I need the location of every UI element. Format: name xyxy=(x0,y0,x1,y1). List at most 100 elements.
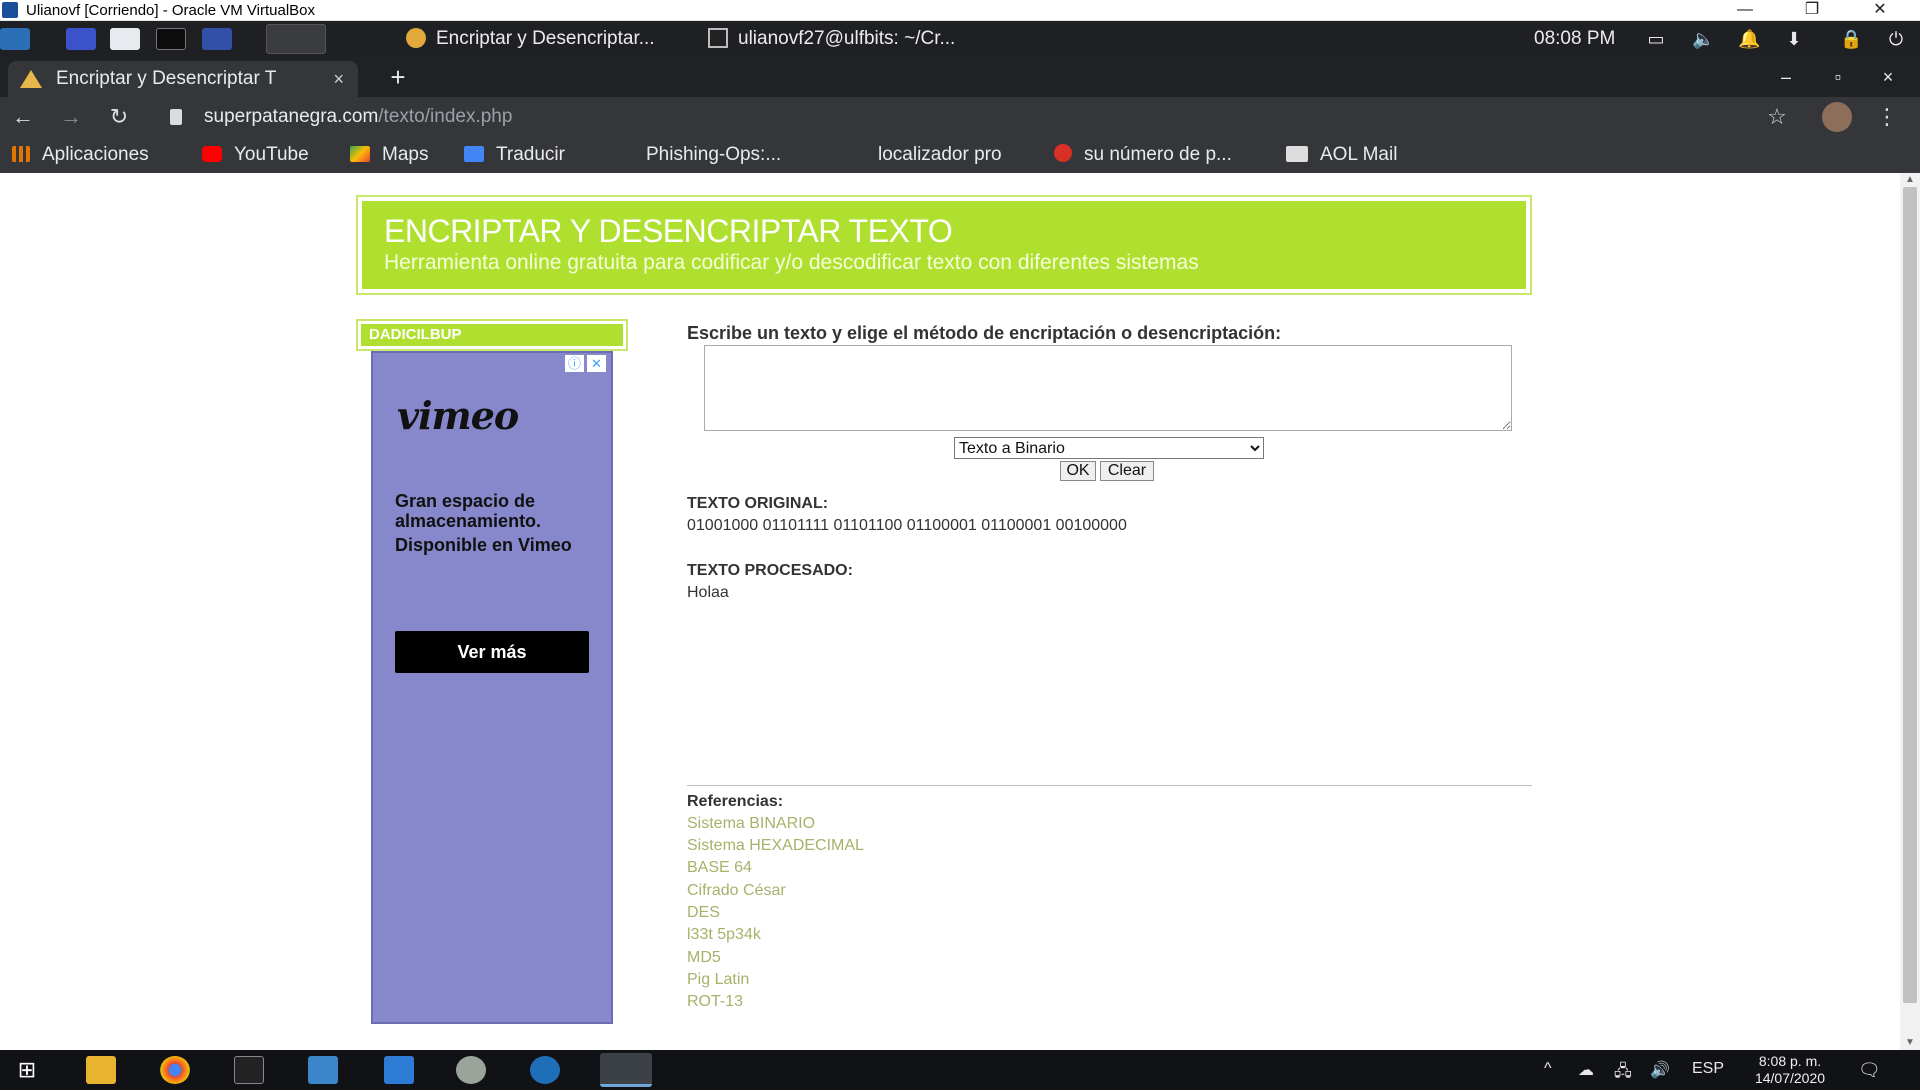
virtualbox-taskbar-icon[interactable] xyxy=(600,1053,652,1087)
browser-close-button[interactable]: × xyxy=(1870,62,1906,92)
restore-button[interactable]: ❐ xyxy=(1782,0,1842,21)
padlock-icon[interactable] xyxy=(170,109,182,125)
reference-link[interactable]: DES xyxy=(687,904,720,922)
power-icon[interactable]: ⏻ xyxy=(1886,29,1906,49)
reference-link[interactable]: Sistema BINARIO xyxy=(687,815,815,833)
terminal-icon[interactable] xyxy=(156,28,186,50)
scrollbar-thumb[interactable] xyxy=(1903,187,1917,1003)
bookmark-localizador-pro[interactable]: localizador pro xyxy=(878,142,1002,168)
screen-recorder-icon[interactable] xyxy=(202,28,232,50)
site-subtitle: Herramienta online gratuita para codific… xyxy=(384,251,1199,274)
browser-toolbar: ← → ↻ superpatanegra.com/texto/index.php… xyxy=(0,97,1920,137)
bookmark-star-icon[interactable]: ☆ xyxy=(1762,102,1792,132)
bell-icon[interactable]: 🔔 xyxy=(1738,29,1760,49)
browser-maximize-button[interactable]: ▫ xyxy=(1820,62,1856,92)
scroll-down-icon[interactable]: ▼ xyxy=(1900,1036,1920,1050)
reference-link[interactable]: l33t 5p34k xyxy=(687,926,761,944)
desktop-icon[interactable] xyxy=(66,28,96,50)
guest-top-panel: Encriptar y Desencriptar... ulianovf27@u… xyxy=(0,21,1920,57)
language-indicator[interactable]: ESP xyxy=(1692,1060,1724,1078)
forward-button[interactable]: → xyxy=(56,102,86,132)
minimize-button[interactable]: — xyxy=(1715,0,1775,21)
speaker-icon[interactable]: 🔊 xyxy=(1650,1060,1670,1080)
host-clock[interactable]: 8:08 p. m. 14/07/2020 xyxy=(1742,1053,1838,1087)
browser-menu-icon[interactable]: ⋮ xyxy=(1872,102,1902,132)
lock-icon[interactable]: 🔒 xyxy=(1840,29,1862,49)
clear-button[interactable]: Clear xyxy=(1100,461,1154,481)
red-circle-icon xyxy=(1054,144,1072,162)
site-header: ENCRIPTAR Y DESENCRIPTAR TEXTO Herramien… xyxy=(356,195,1532,295)
file-explorer-icon[interactable] xyxy=(86,1056,116,1084)
web-page: ENCRIPTAR Y DESENCRIPTAR TEXTO Herramien… xyxy=(0,173,1920,1050)
back-button[interactable]: ← xyxy=(8,102,38,132)
ad-close-icon[interactable]: ✕ xyxy=(587,355,606,372)
browser-minimize-button[interactable]: – xyxy=(1768,62,1804,92)
processed-text-value: Holaa xyxy=(687,584,729,601)
console-taskbar-icon[interactable] xyxy=(234,1056,264,1084)
tab-encriptar[interactable]: Encriptar y Desencriptar T × xyxy=(8,61,358,97)
site-favicon-icon xyxy=(20,70,42,88)
browser-tab-strip: Encriptar y Desencriptar T × + – ▫ × xyxy=(0,57,1920,97)
references-label: Referencias: xyxy=(687,793,784,810)
chrome-taskbar-icon[interactable] xyxy=(160,1056,190,1084)
taskbar-item-browser-label: Encriptar y Desencriptar... xyxy=(436,28,655,49)
sidebar-label: DADICILBUP xyxy=(361,324,623,346)
section-divider xyxy=(687,785,1532,786)
bookmark-phishing-ops[interactable]: Phishing-Ops:... xyxy=(646,142,781,168)
volume-icon[interactable]: 🔈 xyxy=(1692,29,1714,49)
bookmark-youtube[interactable]: YouTube xyxy=(202,142,309,168)
reload-button[interactable]: ↻ xyxy=(104,102,134,132)
bookmark-aol-mail[interactable]: AOL Mail xyxy=(1286,142,1397,168)
bookmark-su-numero[interactable]: su número de p... xyxy=(1054,142,1232,168)
new-tab-button[interactable]: + xyxy=(384,61,412,93)
vimeo-ad[interactable]: ⓘ ✕ vimeo Gran espacio de almacenamiento… xyxy=(371,351,613,1024)
bookmark-aplicaciones[interactable]: Aplicaciones xyxy=(12,142,149,168)
file-manager-icon[interactable] xyxy=(110,28,140,50)
paint-taskbar-icon[interactable] xyxy=(456,1056,486,1084)
reference-link[interactable]: MD5 xyxy=(687,949,721,967)
taskbar-item-browser[interactable]: Encriptar y Desencriptar... xyxy=(406,21,655,57)
vimeo-logo: vimeo xyxy=(397,393,519,438)
onedrive-icon[interactable]: ☁ xyxy=(1578,1060,1594,1080)
reference-link[interactable]: BASE 64 xyxy=(687,859,752,877)
download-icon[interactable]: ⬇ xyxy=(1784,29,1804,49)
guest-clock[interactable]: 08:08 PM xyxy=(1534,21,1615,57)
network-icon[interactable]: 🖧 xyxy=(1614,1060,1632,1087)
bookmark-traducir[interactable]: Traducir xyxy=(464,142,565,168)
tab-close-icon[interactable]: × xyxy=(333,61,344,97)
original-text-label: TEXTO ORIGINAL: xyxy=(687,495,829,512)
text-input[interactable] xyxy=(704,345,1512,431)
taskbar-item-terminal[interactable]: ulianovf27@ulfbits: ~/Cr... xyxy=(708,21,955,57)
scroll-up-icon[interactable]: ▲ xyxy=(1900,173,1920,187)
youtube-icon xyxy=(202,146,222,162)
bookmark-maps[interactable]: Maps xyxy=(350,142,428,168)
url-text[interactable]: superpatanegra.com/texto/index.php xyxy=(204,101,512,133)
notifications-icon[interactable]: 🗨 xyxy=(1858,1060,1881,1081)
chrome-launcher-icon[interactable] xyxy=(266,24,326,54)
bookmark-label: Maps xyxy=(382,144,429,165)
steam-taskbar-icon[interactable] xyxy=(530,1056,560,1084)
method-select[interactable]: Texto a Binario xyxy=(954,437,1264,459)
original-text-value: 01001000 01101111 01101100 01100001 0110… xyxy=(687,517,1127,534)
profile-avatar[interactable] xyxy=(1822,102,1852,132)
ok-button[interactable]: OK xyxy=(1060,461,1096,481)
ad-info-icon[interactable]: ⓘ xyxy=(565,355,584,372)
windows-start-icon[interactable]: ⊞ xyxy=(12,1056,42,1084)
reference-link[interactable]: Sistema HEXADECIMAL xyxy=(687,837,864,855)
sidebar-label-box: DADICILBUP xyxy=(356,319,628,351)
network-tool-icon[interactable] xyxy=(384,1056,414,1084)
close-button[interactable]: ✕ xyxy=(1850,0,1910,21)
address-bar[interactable]: superpatanegra.com/texto/index.php xyxy=(160,101,1800,133)
display-icon[interactable]: ▭ xyxy=(1646,29,1666,49)
page-scrollbar[interactable]: ▲ ▼ xyxy=(1900,173,1920,1050)
reference-link[interactable]: ROT-13 xyxy=(687,993,743,1011)
tray-expand-icon[interactable]: ^ xyxy=(1544,1060,1552,1078)
chrome-icon xyxy=(406,28,426,48)
ad-subline: Disponible en Vimeo xyxy=(395,535,572,555)
ad-ver-mas-button[interactable]: Ver más xyxy=(395,631,589,673)
linux-menu-icon[interactable] xyxy=(0,28,30,50)
reference-link[interactable]: Cifrado César xyxy=(687,882,786,900)
tab-title: Encriptar y Desencriptar T xyxy=(56,68,277,89)
reference-link[interactable]: Pig Latin xyxy=(687,971,749,989)
app-taskbar-icon[interactable] xyxy=(308,1056,338,1084)
